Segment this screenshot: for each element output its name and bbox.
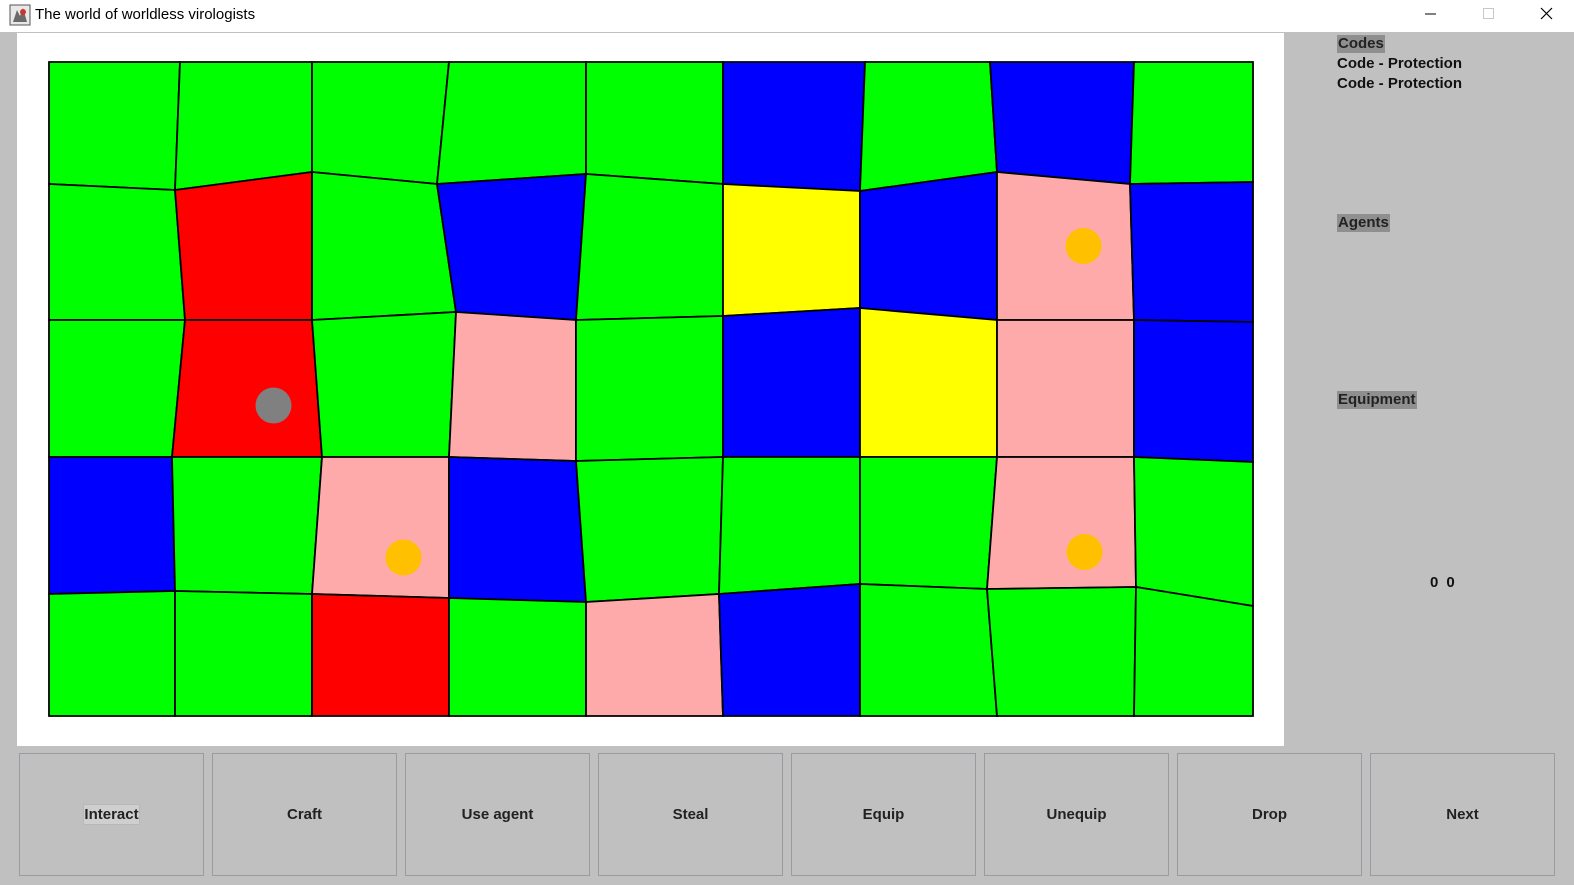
tile-field[interactable] — [311, 61, 450, 185]
window-title: The world of worldless virologists — [35, 6, 256, 23]
tile-laboratory[interactable] — [311, 593, 450, 717]
tile-field[interactable] — [48, 61, 181, 191]
steal-label: Steal — [672, 806, 709, 823]
tile-warehouse[interactable] — [859, 170, 998, 321]
tile-warehouse[interactable] — [48, 456, 176, 595]
drop-button[interactable]: Drop — [1177, 753, 1362, 876]
title-bar: The world of worldless virologists — [0, 0, 1574, 32]
agents-heading: Agents — [1337, 214, 1390, 232]
tile-field[interactable] — [1129, 61, 1254, 185]
next-label: Next — [1446, 806, 1479, 823]
coord-x: 0 — [1430, 574, 1439, 591]
interact-button[interactable]: Interact — [19, 753, 204, 876]
minimize-icon — [1425, 13, 1436, 15]
tile-warehouse[interactable] — [722, 307, 861, 458]
tile-laboratory[interactable] — [174, 170, 313, 321]
tile-warehouse[interactable] — [448, 456, 587, 603]
virologist-app-icon — [9, 4, 31, 26]
equip-label: Equip — [862, 806, 905, 823]
tile-warehouse[interactable] — [1133, 319, 1254, 463]
tile-field[interactable] — [48, 319, 186, 458]
unequip-button[interactable]: Unequip — [984, 753, 1169, 876]
close-icon — [1540, 7, 1553, 20]
other-virologist[interactable] — [1065, 228, 1102, 264]
use-agent-label: Use agent — [461, 806, 534, 823]
tile-field[interactable] — [311, 311, 457, 458]
tile-field[interactable] — [311, 171, 458, 321]
tile-field[interactable] — [174, 61, 313, 192]
game-board[interactable] — [17, 33, 1284, 746]
maximize-icon — [1483, 8, 1494, 19]
interact-label: Interact — [83, 804, 140, 825]
tile-field[interactable] — [859, 61, 998, 193]
maximize-button[interactable] — [1460, 0, 1516, 32]
action-bar: Interact Craft Use agent Steal Equip Une… — [0, 746, 1574, 885]
unequip-label: Unequip — [1046, 806, 1107, 823]
player-virologist[interactable] — [255, 387, 292, 424]
code-item: Code - Protection — [1337, 75, 1463, 92]
tile-field[interactable] — [174, 590, 313, 717]
tile-pink[interactable] — [986, 456, 1137, 590]
tile-field[interactable] — [585, 61, 724, 185]
other-virologist[interactable] — [1066, 534, 1103, 570]
tile-laboratory[interactable] — [171, 319, 323, 458]
tile-field[interactable] — [1133, 585, 1254, 717]
tile-field[interactable] — [171, 456, 323, 595]
tile-field[interactable] — [718, 456, 861, 595]
tile-field[interactable] — [1133, 456, 1254, 608]
other-virologist[interactable] — [385, 539, 422, 576]
next-button[interactable]: Next — [1370, 753, 1555, 876]
tile-warehouse[interactable] — [989, 61, 1135, 185]
tile-field[interactable] — [436, 61, 587, 185]
close-button[interactable] — [1518, 0, 1574, 32]
craft-label: Craft — [286, 806, 322, 823]
tile-field[interactable] — [448, 597, 587, 717]
tile-warehouse[interactable] — [722, 61, 866, 192]
steal-button[interactable]: Steal — [598, 753, 783, 876]
game-board-area — [17, 33, 1284, 746]
tile-pink[interactable] — [585, 593, 724, 717]
code-item: Code - Protection — [1337, 55, 1463, 72]
tile-field[interactable] — [859, 583, 998, 717]
codes-heading: Codes — [1337, 35, 1385, 53]
tile-field[interactable] — [859, 456, 998, 590]
tile-warehouse[interactable] — [1129, 181, 1254, 323]
tile-shelter[interactable] — [722, 183, 861, 317]
tile-warehouse[interactable] — [435, 173, 587, 321]
tile-field[interactable] — [986, 586, 1137, 717]
tile-field[interactable] — [575, 315, 724, 462]
side-panel: Codes Code - Protection Code - Protectio… — [1298, 33, 1574, 746]
tile-pink[interactable] — [996, 319, 1135, 458]
equipment-heading: Equipment — [1337, 391, 1417, 409]
tile-field[interactable] — [48, 590, 176, 717]
tile-field[interactable] — [48, 183, 186, 321]
craft-button[interactable]: Craft — [212, 753, 397, 876]
tile-field[interactable] — [575, 456, 724, 603]
equip-button[interactable]: Equip — [791, 753, 976, 876]
tile-pink[interactable] — [448, 311, 577, 462]
minimize-button[interactable] — [1402, 0, 1458, 32]
use-agent-button[interactable]: Use agent — [405, 753, 590, 876]
tile-warehouse[interactable] — [718, 583, 861, 717]
tile-pink[interactable] — [311, 456, 450, 599]
tile-shelter[interactable] — [859, 307, 998, 458]
position-readout: 00 — [1430, 574, 1463, 591]
drop-label: Drop — [1252, 806, 1287, 823]
coord-y: 0 — [1446, 574, 1455, 591]
tile-field[interactable] — [575, 173, 724, 321]
